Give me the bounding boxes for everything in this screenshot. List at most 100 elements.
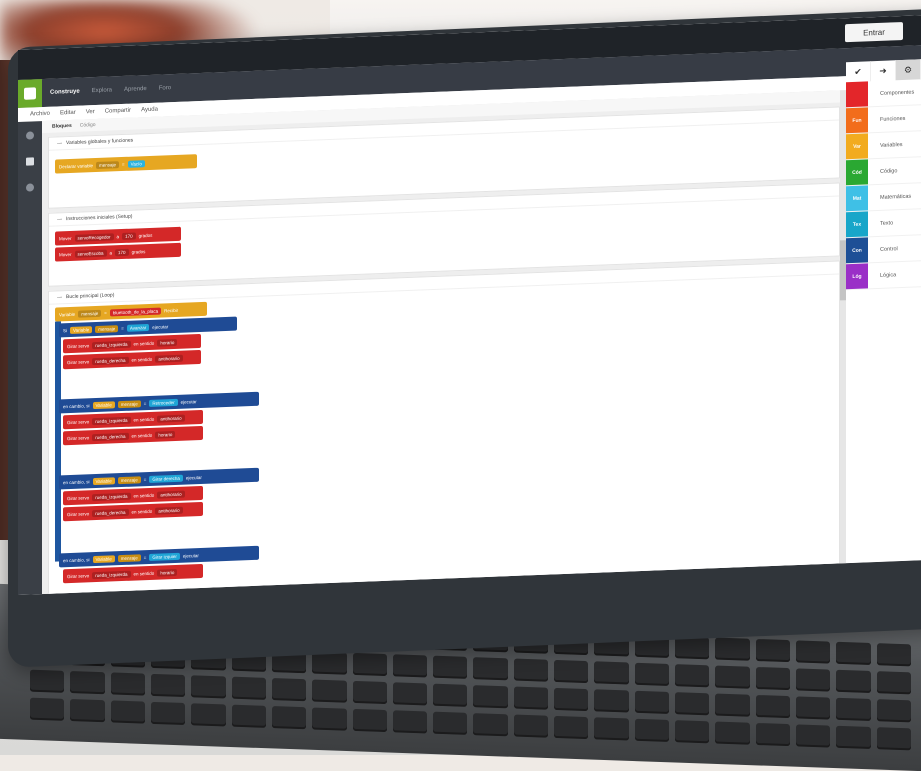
- value-field[interactable]: Vacío: [127, 159, 145, 168]
- keyboard-key: [836, 669, 871, 693]
- menu-ver[interactable]: Ver: [86, 109, 95, 115]
- toolbox-category-control[interactable]: Con Control: [846, 235, 921, 265]
- menu-editar[interactable]: Editar: [60, 110, 76, 117]
- loop-title-text: Bucle principal (Loop): [66, 292, 115, 301]
- gear-icon[interactable]: ⚙: [896, 59, 921, 81]
- keyboard-key: [433, 655, 468, 679]
- value-field[interactable]: 170: [122, 231, 136, 240]
- toolbox-category-lógica[interactable]: Lóg Lógica: [846, 261, 921, 291]
- collapse-icon[interactable]: —: [57, 216, 62, 222]
- toolbox-category-componentes[interactable]: Componentes: [846, 79, 921, 109]
- tab-bloques[interactable]: Bloques: [52, 123, 72, 130]
- nav-aprende[interactable]: Aprende: [124, 86, 147, 93]
- keyboard-key: [675, 720, 710, 744]
- servo-field[interactable]: servoRecogedor: [74, 232, 114, 242]
- run-label: ejecutar: [185, 474, 202, 481]
- value-field[interactable]: Girar izquier: [149, 552, 180, 561]
- category-swatch: Cód: [846, 159, 868, 186]
- else-if-block[interactable]: en cambio, si Variable mensaje = Girar d…: [59, 467, 259, 490]
- keyboard-key: [675, 692, 710, 716]
- toolbox-panel: ✔ ➜ ⚙ Componentes Fun Funciones Var Variable…: [846, 59, 921, 564]
- rotate-servo-block[interactable]: Girar servo rueda_izquierda en sentido hora…: [63, 563, 203, 584]
- variable-name-field[interactable]: mensaje: [117, 399, 141, 408]
- toolbox-category-matemáticas[interactable]: Mat Matemáticas: [846, 183, 921, 213]
- direction-field[interactable]: antihorario: [155, 354, 183, 363]
- variable-tag: Variable: [70, 325, 93, 334]
- loop-panel: — Bucle principal (Loop) Variable mensaje…: [48, 260, 840, 595]
- login-button[interactable]: Entrar: [845, 22, 903, 43]
- servo-field[interactable]: rueda_izquierda: [92, 340, 131, 349]
- tab-codigo[interactable]: Código: [80, 122, 96, 129]
- toolbox-category-variables[interactable]: Var Variables: [846, 131, 921, 161]
- value-field[interactable]: Retroceder: [149, 398, 178, 407]
- menu-archivo[interactable]: Archivo: [30, 111, 50, 118]
- variable-tag: Variable: [92, 554, 115, 563]
- value-field[interactable]: 170: [115, 248, 129, 256]
- direction-field[interactable]: antihorario: [157, 490, 185, 499]
- rotate-servo-block[interactable]: Girar servo rueda_derecha en sentido antiho…: [63, 349, 201, 370]
- unit-label: grados: [138, 232, 153, 238]
- direction-field[interactable]: antihorario: [157, 414, 185, 423]
- unit-label: grados: [131, 248, 146, 255]
- servo-field[interactable]: rueda_izquierda: [92, 416, 131, 425]
- rotate-servo-block[interactable]: Girar servo rueda_derecha en sentido horari…: [63, 425, 203, 446]
- value-field[interactable]: Avanzar: [126, 323, 150, 332]
- variable-name-field[interactable]: mensaje: [96, 160, 120, 169]
- variable-name-field[interactable]: mensaje: [117, 553, 141, 562]
- declare-variable-block[interactable]: Declarar variable mensaje = Vacío: [55, 154, 197, 174]
- check-icon[interactable]: ✔: [846, 61, 871, 83]
- category-swatch: Tex: [846, 211, 868, 238]
- keyboard-key: [715, 721, 750, 745]
- direction-field[interactable]: horario: [155, 430, 176, 439]
- direction-label: en sentido: [133, 492, 155, 499]
- variable-name-field[interactable]: mensaje: [117, 475, 141, 484]
- category-swatch: Lóg: [846, 263, 868, 290]
- info-icon[interactable]: [26, 183, 34, 192]
- servo-field[interactable]: rueda_izquierda: [92, 492, 131, 501]
- category-label: Control: [880, 245, 898, 253]
- category-swatch: Var: [846, 133, 868, 160]
- nav-construye[interactable]: Construye: [50, 89, 80, 96]
- rotate-servo-block[interactable]: Girar servo rueda_derecha en sentido antiho…: [63, 501, 203, 522]
- collapse-icon[interactable]: —: [57, 140, 62, 146]
- arrow-right-icon[interactable]: ➜: [871, 60, 896, 82]
- keyboard-key: [513, 714, 549, 738]
- move-servo-block[interactable]: Mover servoEscoba a 170 grados: [55, 242, 181, 262]
- document-icon[interactable]: [26, 157, 34, 166]
- keyboard-key: [473, 657, 508, 681]
- direction-field[interactable]: horario: [157, 568, 178, 577]
- category-swatch: Fun: [846, 107, 868, 134]
- servo-field[interactable]: rueda_izquierda: [92, 570, 131, 579]
- variable-name-field[interactable]: mensaje: [78, 309, 102, 318]
- toolbox-category-texto[interactable]: Tex Texto: [846, 209, 921, 239]
- block-label: Girar servo: [67, 572, 90, 579]
- value-field[interactable]: Girar derecha: [149, 474, 183, 483]
- keyboard-key: [191, 675, 226, 699]
- toolbox-category-funciones[interactable]: Fun Funciones: [846, 105, 921, 135]
- servo-field[interactable]: rueda_derecha: [92, 432, 129, 441]
- source-field[interactable]: bluetooth_de_la_placa: [109, 307, 162, 316]
- keyboard-key: [392, 654, 428, 678]
- variable-name-field[interactable]: mensaje: [95, 324, 119, 333]
- direction-field[interactable]: horario: [157, 338, 178, 347]
- keyboard-key: [513, 658, 549, 682]
- servo-field[interactable]: rueda_derecha: [92, 356, 129, 365]
- collapse-icon[interactable]: —: [57, 294, 62, 300]
- nav-foro[interactable]: Foro: [159, 85, 171, 91]
- block-label: Girar servo: [67, 418, 90, 425]
- laptop-screen: Entrar Construye Explora Aprende Foro Ar…: [18, 15, 921, 595]
- toolbox-category-código[interactable]: Cód Código: [846, 157, 921, 187]
- servo-field[interactable]: servoEscoba: [74, 249, 107, 258]
- nav-explora[interactable]: Explora: [92, 87, 112, 94]
- block-label: Girar servo: [67, 494, 90, 501]
- circle-icon[interactable]: [26, 131, 34, 140]
- keyboard-key: [755, 638, 791, 663]
- else-if-block[interactable]: en cambio, si Variable mensaje = Retroce…: [59, 391, 259, 414]
- menu-ayuda[interactable]: Ayuda: [141, 107, 158, 114]
- direction-field[interactable]: antihorario: [155, 506, 183, 515]
- menu-compartir[interactable]: Compartir: [105, 108, 131, 115]
- else-if-block[interactable]: en cambio, si Variable mensaje = Girar i…: [59, 545, 259, 568]
- category-label: Lógica: [880, 271, 897, 279]
- category-swatch: Mat: [846, 185, 868, 212]
- servo-field[interactable]: rueda_derecha: [92, 508, 129, 517]
